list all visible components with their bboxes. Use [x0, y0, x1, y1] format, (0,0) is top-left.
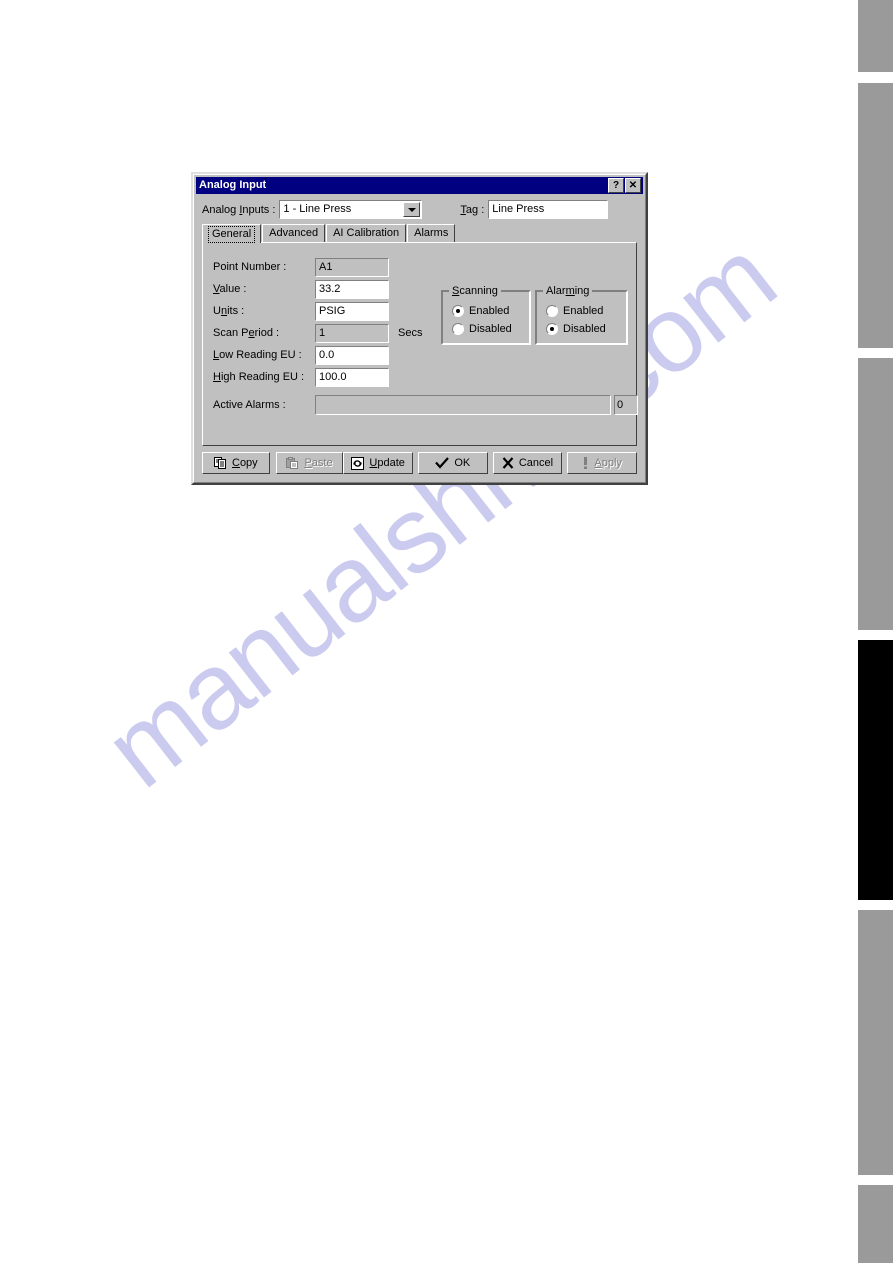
alarming-groupbox: Alarming Enabled Disabled	[535, 285, 628, 345]
update-button[interactable]: Update	[343, 452, 413, 474]
dialog-titlebar[interactable]: Analog Input ? ✕	[196, 177, 643, 194]
copy-button-label: Copy	[231, 457, 258, 469]
alarming-disabled-label: Disabled	[563, 323, 606, 335]
alarming-enabled-radio[interactable]: Enabled	[546, 305, 603, 317]
tab-strip: General Advanced AI Calibration Alarms	[196, 223, 643, 243]
cancel-button[interactable]: Cancel	[492, 452, 563, 474]
point-number-input: A1	[315, 257, 389, 277]
scanning-groupbox: Scanning Enabled Disabled	[441, 285, 531, 345]
active-alarms-label: Active Alarms :	[213, 399, 286, 411]
radio-on-icon	[452, 305, 464, 317]
margin-tab-0	[858, 0, 893, 72]
alarming-group-title: Alarming	[543, 285, 593, 297]
paste-icon	[286, 457, 299, 469]
high-reading-eu-input[interactable]: 100.0	[315, 367, 389, 387]
margin-tab-2	[858, 358, 893, 630]
radio-off-icon	[452, 323, 464, 335]
scan-period-units-label: Secs	[398, 327, 423, 339]
alarming-disabled-radio[interactable]: Disabled	[546, 323, 606, 335]
low-reading-eu-label: Low Reading EU :	[213, 349, 302, 361]
dialog-header-row: Analog Inputs : 1 - Line Press Tag : Lin…	[196, 194, 643, 223]
point-number-label: Point Number :	[213, 261, 287, 273]
help-button[interactable]: ?	[608, 178, 624, 193]
scan-period-label: Scan Period :	[213, 327, 280, 339]
tab-alarms[interactable]: Alarms	[407, 224, 456, 242]
field-units: Units : PSIG	[213, 301, 389, 321]
paste-button[interactable]: Paste	[275, 452, 344, 474]
scanning-disabled-label: Disabled	[469, 323, 512, 335]
high-reading-eu-label: High Reading EU :	[213, 371, 305, 383]
margin-tab-4	[858, 910, 893, 1175]
scanning-enabled-label: Enabled	[469, 305, 510, 317]
paste-button-label: Paste	[304, 457, 333, 469]
field-value: Value : 33.2	[213, 279, 389, 299]
radio-on-icon	[546, 323, 558, 335]
margin-tab-3-current	[858, 640, 893, 900]
tab-ai-calibration[interactable]: AI Calibration	[326, 224, 407, 242]
tab-advanced[interactable]: Advanced	[262, 224, 326, 242]
alarming-enabled-label: Enabled	[563, 305, 604, 317]
tab-general[interactable]: General	[202, 224, 262, 243]
scanning-disabled-radio[interactable]: Disabled	[452, 323, 512, 335]
dialog-button-bar: Copy Paste Update OK Cancel Apply	[196, 446, 643, 479]
x-icon	[502, 457, 514, 469]
ok-button-label: OK	[454, 457, 471, 469]
analog-input-dialog: Analog Input ? ✕ Analog Inputs : 1 - Lin…	[191, 172, 648, 485]
field-scan-period: Scan Period : 1 Secs	[213, 323, 422, 343]
apply-button[interactable]: Apply	[567, 452, 637, 474]
tag-group: Tag : Line Press	[460, 200, 609, 219]
cancel-button-label: Cancel	[518, 457, 554, 469]
value-input[interactable]: 33.2	[315, 279, 389, 299]
units-label: Units :	[213, 305, 245, 317]
field-point-number: Point Number : A1	[213, 257, 389, 277]
active-alarms-count: 0	[614, 395, 638, 415]
scan-period-input: 1	[315, 323, 389, 343]
analog-inputs-value: 1 - Line Press	[280, 201, 404, 218]
apply-icon	[582, 457, 589, 469]
margin-tab-5	[858, 1185, 893, 1263]
analog-inputs-label: Analog Inputs :	[202, 203, 276, 216]
check-icon	[435, 457, 450, 469]
scanning-enabled-radio[interactable]: Enabled	[452, 305, 509, 317]
tag-input[interactable]: Line Press	[488, 200, 609, 219]
field-high-reading-eu: High Reading EU : 100.0	[213, 367, 389, 387]
scanning-group-title: Scanning	[449, 285, 501, 297]
apply-button-label: Apply	[594, 457, 622, 469]
general-tab-panel: Point Number : A1 Value : 33.2 Units : P…	[202, 242, 638, 446]
active-alarms-row: Active Alarms : 0	[213, 395, 638, 415]
tag-label: Tag :	[460, 203, 485, 216]
margin-section-tabs	[850, 0, 893, 1263]
copy-icon	[213, 457, 227, 469]
field-low-reading-eu: Low Reading EU : 0.0	[213, 345, 389, 365]
dialog-inner-frame: Analog Input ? ✕ Analog Inputs : 1 - Lin…	[193, 174, 646, 483]
radio-off-icon	[546, 305, 558, 317]
value-label: Value :	[213, 283, 247, 295]
tab-general-label: General	[208, 226, 256, 243]
active-alarms-field	[315, 395, 611, 415]
margin-tab-1	[858, 83, 893, 348]
low-reading-eu-input[interactable]: 0.0	[315, 345, 389, 365]
chevron-down-icon[interactable]	[403, 202, 421, 217]
refresh-icon	[351, 456, 365, 470]
ok-button[interactable]: OK	[418, 452, 488, 474]
dialog-title: Analog Input	[199, 179, 267, 191]
update-button-label: Update	[369, 457, 405, 469]
units-input[interactable]: PSIG	[315, 301, 389, 321]
close-icon[interactable]: ✕	[625, 178, 641, 193]
analog-inputs-select[interactable]: 1 - Line Press	[279, 200, 423, 219]
copy-button[interactable]: Copy	[202, 452, 270, 474]
